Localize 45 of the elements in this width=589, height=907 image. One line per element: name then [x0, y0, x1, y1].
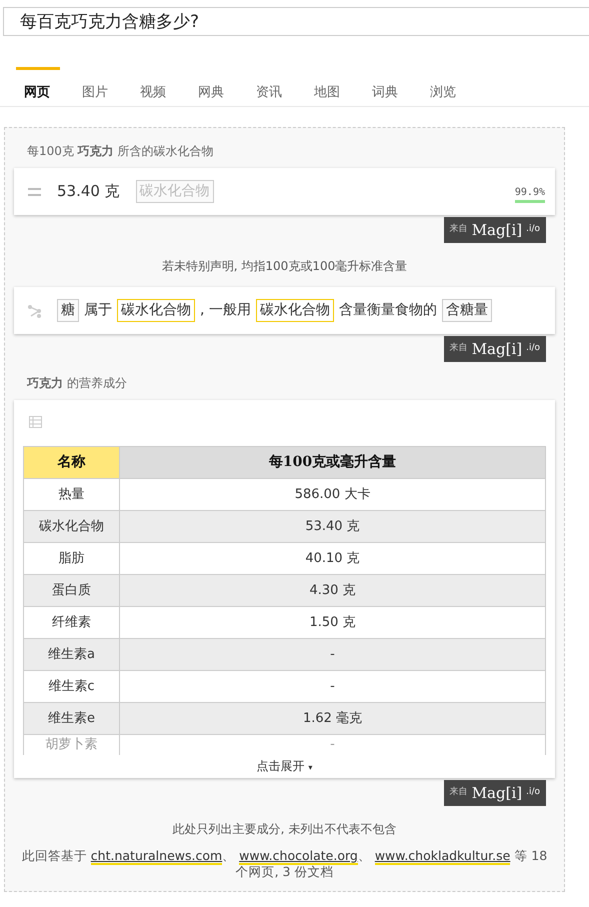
- table-cell: 1.62 毫克: [120, 702, 546, 734]
- nav-tab[interactable]: 浏览: [422, 67, 480, 106]
- section-title: 巧克力 的营养成分: [26, 375, 128, 392]
- term-link[interactable]: 碳水化合物: [256, 299, 334, 322]
- search-field[interactable]: 每百克巧克力含糖多少?: [3, 7, 589, 36]
- nav-tab[interactable]: 网典: [190, 67, 248, 106]
- equals-icon: [28, 188, 41, 196]
- nav-tab[interactable]: 网页: [16, 67, 60, 106]
- nav-tab[interactable]: 资讯: [248, 67, 306, 106]
- expand-button[interactable]: 点击展开 ▾: [256, 756, 312, 774]
- source-link[interactable]: www.chocolate.org: [239, 848, 358, 865]
- source-badge[interactable]: 来自 Mag[i] .i/o: [444, 217, 546, 243]
- table-cell: 胡萝卜素: [24, 734, 120, 754]
- source-badge[interactable]: 来自 Mag[i] .i/o: [444, 336, 546, 362]
- table-icon: [29, 416, 42, 428]
- relation-text: 含量衡量食物的: [338, 301, 437, 320]
- table-cell: 维生素a: [24, 638, 120, 670]
- category-tag: 碳水化合物: [136, 180, 214, 203]
- nav-tab[interactable]: 视频: [132, 67, 190, 106]
- column-header: 名称: [24, 446, 120, 478]
- source-badge[interactable]: 来自 Mag[i] .i/o: [444, 780, 546, 806]
- table-cell: 蛋白质: [24, 574, 120, 606]
- relation-text: 属于: [84, 301, 112, 320]
- source-link[interactable]: www.chokladkultur.se: [374, 848, 510, 865]
- answer-value: 53.40 克: [57, 181, 120, 202]
- source-link[interactable]: cht.naturalnews.com: [90, 848, 222, 865]
- term-link[interactable]: 碳水化合物: [117, 299, 195, 322]
- nav-tab[interactable]: 词典: [364, 67, 422, 106]
- section-title: 每100克 巧克力 所含的碳水化合物: [26, 143, 215, 160]
- sources-text: 此回答基于 cht.naturalnews.com、 www.chocolate.org、 www.chokladkultur.se 等 18 个网页, 3 份文档: [20, 848, 548, 880]
- disclaimer-text: 此处只列出主要成分, 未列出不代表不包含: [172, 821, 398, 838]
- table-cell: -: [120, 638, 546, 670]
- confidence-score: 99.9%: [514, 186, 545, 203]
- nav-tab[interactable]: 图片: [74, 67, 132, 106]
- column-header: 每100克或毫升含量: [120, 446, 546, 478]
- relation-text: , 一般用: [200, 301, 251, 320]
- table-cell: 4.30 克: [120, 574, 546, 606]
- term-tag: 糖: [57, 299, 79, 322]
- note-text: 若未特别声明, 均指100克或100毫升标准含量: [160, 258, 408, 275]
- nav-tab[interactable]: 地图: [306, 67, 364, 106]
- table-cell: 碳水化合物: [24, 510, 120, 542]
- relation-icon: [28, 304, 42, 318]
- table-cell: 53.40 克: [120, 510, 546, 542]
- table-cell: 维生素e: [24, 702, 120, 734]
- term-tag: 含糖量: [442, 299, 492, 322]
